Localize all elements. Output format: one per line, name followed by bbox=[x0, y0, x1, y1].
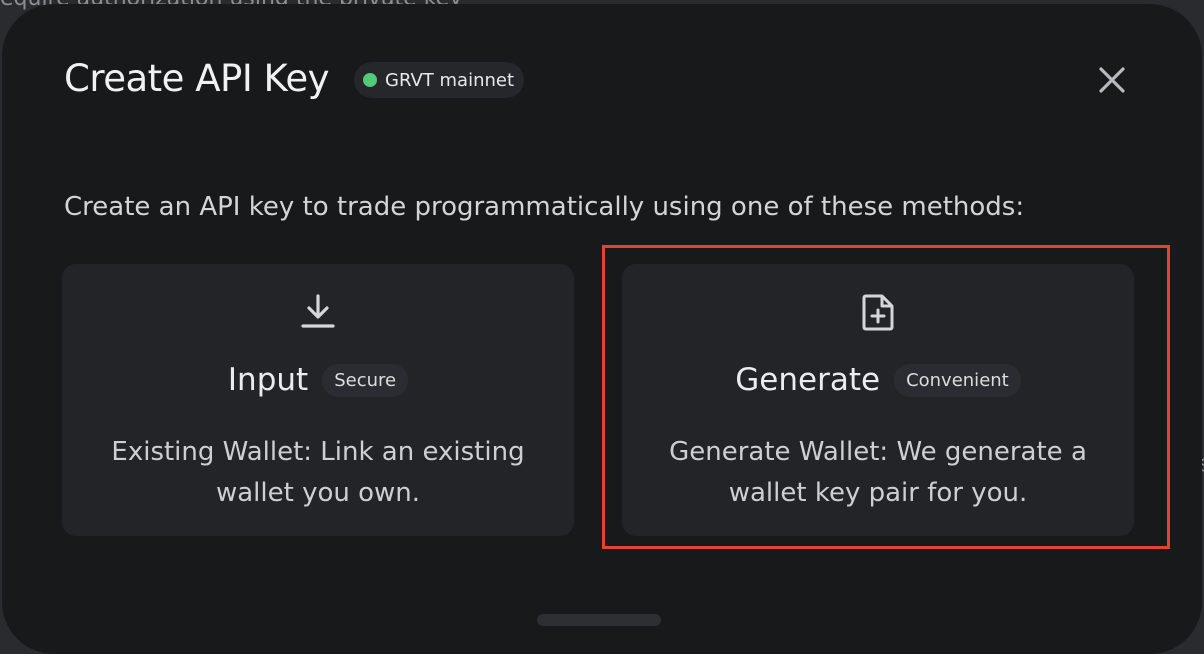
convenient-tag: Convenient bbox=[894, 363, 1021, 397]
modal-drag-handle[interactable] bbox=[537, 614, 661, 626]
network-status-dot bbox=[363, 73, 377, 87]
generate-option-description: Generate Wallet: We generate a wallet ke… bbox=[669, 437, 1087, 508]
download-icon bbox=[301, 294, 335, 328]
modal-subtitle: Create an API key to trade programmatica… bbox=[64, 192, 1025, 222]
modal-title: Create API Key bbox=[64, 57, 330, 100]
close-icon bbox=[1099, 67, 1125, 93]
secure-tag: Secure bbox=[322, 363, 409, 397]
file-plus-icon bbox=[862, 294, 894, 331]
generate-option-title: Generate bbox=[735, 362, 881, 398]
close-button[interactable] bbox=[1092, 60, 1132, 100]
input-option-card[interactable]: Input Secure Existing Wallet: Link an ex… bbox=[62, 264, 574, 536]
network-badge: GRVT mainnet bbox=[354, 62, 525, 98]
input-option-title: Input bbox=[227, 362, 309, 398]
network-badge-label: GRVT mainnet bbox=[385, 69, 515, 91]
generate-option-card[interactable]: Generate Convenient Generate Wallet: We … bbox=[622, 264, 1134, 536]
input-option-description: Existing Wallet: Link an existing wallet… bbox=[111, 437, 525, 508]
